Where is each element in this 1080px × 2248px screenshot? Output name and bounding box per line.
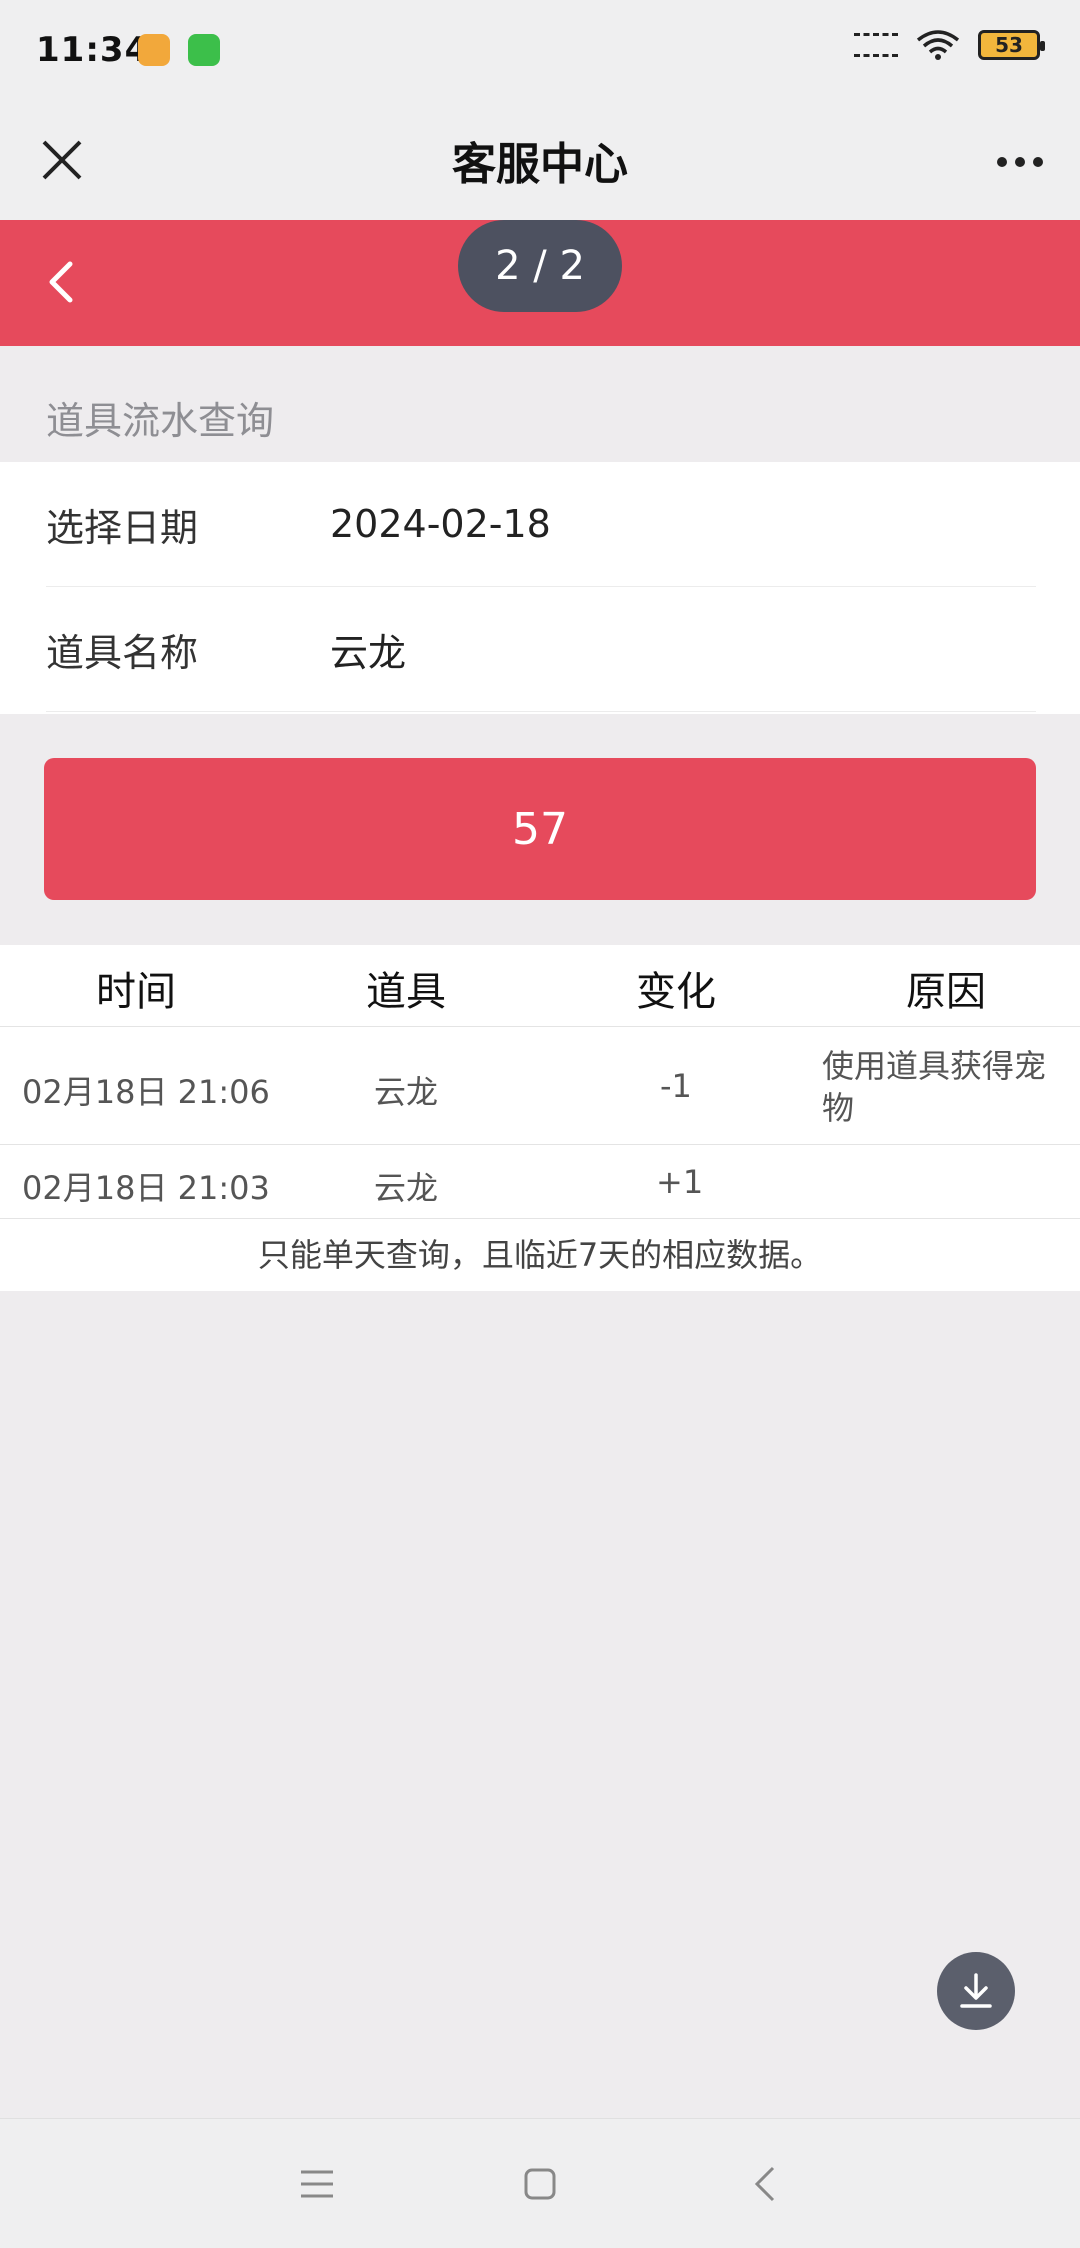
date-row[interactable]: 选择日期 2024-02-18 bbox=[46, 462, 1036, 587]
item-label: 道具名称 bbox=[46, 630, 199, 675]
page-banner: 2 / 2 bbox=[0, 220, 1080, 346]
table-row: 02月18日 21:03 云龙 +1 bbox=[0, 1145, 1080, 1219]
download-icon bbox=[960, 1973, 992, 2008]
home-square-icon bbox=[524, 2168, 556, 2200]
cell-change: +1 bbox=[656, 1163, 704, 1201]
battery-icon: 53 bbox=[978, 30, 1045, 60]
column-header-change: 变化 bbox=[636, 969, 716, 1015]
cell-reason: 使用道具获得宠物 bbox=[822, 1047, 1047, 1127]
status-time: 11:34 bbox=[36, 30, 150, 70]
cell-change: -1 bbox=[660, 1067, 692, 1105]
nav-back-button[interactable] bbox=[740, 2159, 790, 2209]
column-header-reason: 原因 bbox=[906, 969, 986, 1015]
date-label: 选择日期 bbox=[46, 505, 199, 550]
more-dot-icon bbox=[997, 157, 1007, 167]
page-title: 客服中心 bbox=[452, 139, 628, 190]
results-table: 时间 道具 变化 原因 02月18日 21:06 云龙 -1 使用道具获得宠物 … bbox=[0, 945, 1080, 1291]
item-value[interactable]: 云龙 bbox=[330, 622, 406, 677]
download-button[interactable] bbox=[937, 1952, 1015, 2030]
status-bar: 11:34 53 bbox=[0, 0, 1080, 100]
date-value[interactable]: 2024-02-18 bbox=[330, 502, 551, 546]
signal-icon bbox=[854, 33, 898, 57]
cell-item: 云龙 bbox=[374, 1073, 439, 1111]
page-indicator: 2 / 2 bbox=[458, 220, 622, 312]
back-triangle-icon bbox=[754, 2166, 775, 2202]
chevron-left-icon bbox=[49, 261, 73, 303]
column-header-item: 道具 bbox=[366, 969, 446, 1015]
menu-icon bbox=[301, 2170, 333, 2198]
table-note: 只能单天查询，且临近7天的相应数据。 bbox=[257, 1236, 823, 1274]
nav-home-button[interactable] bbox=[515, 2159, 565, 2209]
cell-time: 02月18日 21:03 bbox=[22, 1169, 270, 1207]
cell-time: 02月18日 21:06 bbox=[22, 1073, 270, 1111]
more-options-button[interactable] bbox=[988, 130, 1052, 194]
security-shield-icon bbox=[188, 34, 220, 66]
more-dot-icon bbox=[1033, 157, 1043, 167]
back-button[interactable] bbox=[30, 250, 94, 314]
status-indicators: 53 bbox=[854, 30, 1045, 60]
nav-menu-button[interactable] bbox=[292, 2159, 342, 2209]
query-form: 选择日期 2024-02-18 道具名称 云龙 bbox=[0, 462, 1080, 714]
system-nav-bar bbox=[0, 2118, 1080, 2248]
wifi-icon bbox=[916, 30, 960, 60]
query-button[interactable]: 57 bbox=[44, 758, 1036, 900]
notification-app-icon bbox=[138, 34, 170, 66]
table-header: 时间 道具 变化 原因 bbox=[0, 945, 1080, 1027]
section-title: 道具流水查询 bbox=[46, 399, 275, 443]
table-row: 02月18日 21:06 云龙 -1 使用道具获得宠物 bbox=[0, 1027, 1080, 1145]
item-row[interactable]: 道具名称 云龙 bbox=[46, 587, 1036, 712]
more-dot-icon bbox=[1015, 157, 1025, 167]
column-header-time: 时间 bbox=[96, 969, 176, 1015]
app-header: 客服中心 bbox=[0, 100, 1080, 220]
cell-item: 云龙 bbox=[374, 1169, 439, 1207]
